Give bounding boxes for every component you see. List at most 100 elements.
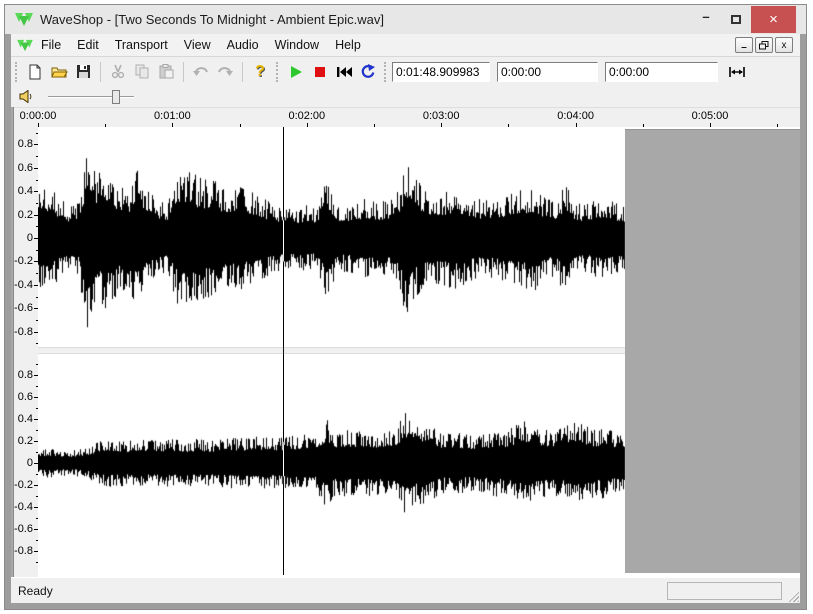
volume-button[interactable]: [14, 85, 38, 109]
channel-divider: [38, 347, 625, 354]
amplitude-label: -0.2: [14, 479, 33, 491]
undo-button[interactable]: [189, 60, 213, 84]
stop-button[interactable]: [308, 60, 332, 84]
total-length-button[interactable]: [725, 60, 749, 84]
stop-icon: [314, 66, 326, 78]
loop-button[interactable]: [356, 60, 380, 84]
paste-button[interactable]: [154, 60, 178, 84]
paste-clipboard-icon: [159, 64, 174, 79]
open-folder-icon: [51, 64, 68, 80]
toolbar-gripper[interactable]: [15, 62, 18, 82]
amplitude-label: 0.2: [18, 209, 33, 221]
playback-cursor[interactable]: [283, 127, 284, 575]
title-bar[interactable]: WaveShop - [Two Seconds To Midnight - Am…: [5, 5, 806, 34]
minimize-button[interactable]: –: [691, 6, 721, 33]
amplitude-label: 0.6: [18, 162, 33, 174]
copy-icon: [135, 64, 150, 79]
mdi-close-icon: x: [782, 40, 787, 51]
ruler-label: 0:00:00: [20, 110, 57, 122]
amplitude-label: 0.2: [18, 435, 33, 447]
redo-arrow-icon: [217, 66, 233, 78]
time-toolbar-gripper[interactable]: [384, 62, 387, 82]
status-bar: Ready: [11, 577, 800, 603]
amplitude-scale: 0.80.60.40.20-0.2-0.4-0.6-0.80.80.60.40.…: [15, 127, 38, 577]
end-of-file-region: [625, 129, 800, 573]
amplitude-label: -0.6: [14, 523, 33, 535]
copy-button[interactable]: [130, 60, 154, 84]
new-document-icon: [27, 64, 43, 80]
cut-button[interactable]: [106, 60, 130, 84]
toolbar-separator: [183, 62, 184, 82]
amplitude-label: -0.2: [14, 255, 33, 267]
status-pane: [667, 582, 782, 600]
speaker-icon: [19, 90, 33, 103]
document-system-menu-icon[interactable]: [17, 39, 33, 52]
mdi-minimize-button[interactable]: –: [735, 37, 753, 53]
waveshop-logo-icon: [15, 12, 33, 27]
amplitude-label: 0: [27, 457, 33, 469]
menu-item-file[interactable]: File: [33, 34, 69, 56]
close-button[interactable]: ×: [751, 6, 796, 33]
ruler-label: 0:02:00: [288, 110, 325, 122]
amplitude-label: -0.8: [14, 326, 33, 338]
help-question-icon: ?: [255, 63, 265, 81]
total-length-icon: [729, 67, 745, 77]
amplitude-label: -0.8: [14, 545, 33, 557]
menu-item-help[interactable]: Help: [327, 34, 369, 56]
selection-length-field[interactable]: [605, 62, 718, 82]
play-button[interactable]: [284, 60, 308, 84]
amplitude-label: -0.4: [14, 501, 33, 513]
menu-item-transport[interactable]: Transport: [107, 34, 176, 56]
ruler-label: 0:05:00: [692, 110, 729, 122]
ruler-label: 0:03:00: [423, 110, 460, 122]
menu-bar: File Edit Transport View Audio Window He…: [11, 34, 800, 57]
amplitude-label: 0.4: [18, 185, 33, 197]
mdi-close-button[interactable]: x: [775, 37, 793, 53]
amplitude-label: -0.6: [14, 302, 33, 314]
menu-item-view[interactable]: View: [176, 34, 219, 56]
wave-view[interactable]: [38, 127, 800, 577]
amplitude-label: 0.8: [18, 369, 33, 381]
amplitude-label: 0.6: [18, 391, 33, 403]
position-field[interactable]: [392, 62, 490, 82]
status-message: Ready: [18, 584, 53, 598]
transport-toolbar-gripper[interactable]: [276, 62, 279, 82]
ruler-label: 0:01:00: [154, 110, 191, 122]
maximize-button[interactable]: [721, 6, 751, 33]
wave-area: 0.80.60.40.20-0.2-0.4-0.6-0.80.80.60.40.…: [11, 127, 800, 577]
client-area: File Edit Transport View Audio Window He…: [11, 34, 800, 603]
amplitude-label: 0: [27, 232, 33, 244]
volume-slider[interactable]: [48, 89, 134, 105]
menu-item-edit[interactable]: Edit: [69, 34, 107, 56]
selection-start-field[interactable]: [497, 62, 598, 82]
rewind-icon: [336, 66, 353, 78]
menu-item-window[interactable]: Window: [267, 34, 327, 56]
help-button[interactable]: ?: [248, 60, 272, 84]
open-button[interactable]: [47, 60, 71, 84]
mdi-restore-button[interactable]: [755, 37, 773, 53]
amplitude-label: 0.8: [18, 138, 33, 150]
maximize-icon: [731, 15, 741, 24]
play-icon: [289, 65, 303, 79]
undo-arrow-icon: [193, 66, 209, 78]
close-icon: ×: [769, 11, 778, 28]
window-title: WaveShop - [Two Seconds To Midnight - Am…: [40, 12, 384, 27]
save-floppy-icon: [76, 64, 91, 79]
redo-button[interactable]: [213, 60, 237, 84]
cut-scissors-icon: [111, 64, 125, 79]
time-ruler[interactable]: 0:00:00 0:01:00 0:02:00 0:03:00 0:04:00 0:05:…: [11, 107, 800, 127]
rewind-button[interactable]: [332, 60, 356, 84]
resize-grip-icon[interactable]: [786, 589, 799, 602]
new-button[interactable]: [23, 60, 47, 84]
volume-track: [48, 96, 134, 98]
save-button[interactable]: [71, 60, 95, 84]
ruler-label: 0:04:00: [557, 110, 594, 122]
waveshop-window: WaveShop - [Two Seconds To Midnight - Am…: [4, 4, 807, 610]
menu-item-audio[interactable]: Audio: [219, 34, 267, 56]
main-toolbar: ?: [11, 57, 800, 86]
toolbar-separator: [100, 62, 101, 82]
volume-thumb[interactable]: [112, 90, 120, 104]
mdi-restore-icon: [759, 41, 769, 50]
toolbar-separator: [242, 62, 243, 82]
amplitude-label: -0.4: [14, 279, 33, 291]
